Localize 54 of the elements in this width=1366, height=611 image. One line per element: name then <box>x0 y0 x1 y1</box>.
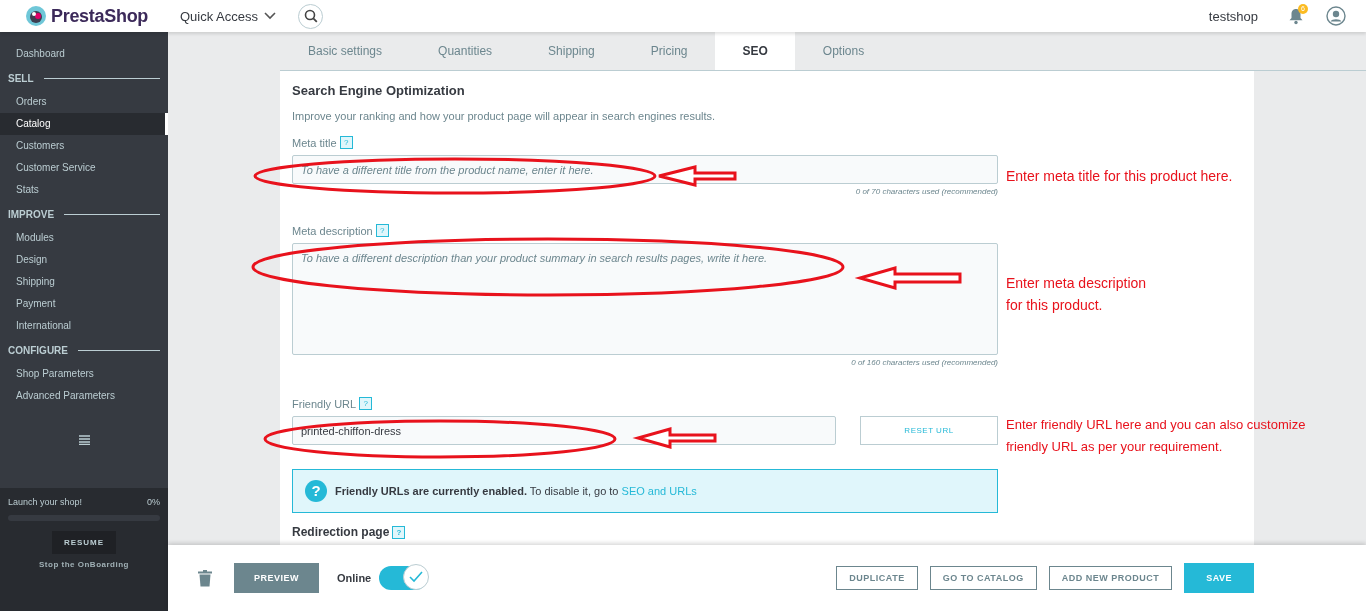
sidebar-item[interactable]: Design <box>0 249 168 271</box>
sidebar-item[interactable]: Customers <box>0 135 168 157</box>
annotation-text: Enter meta description for this product. <box>1006 274 1147 315</box>
sidebar-item[interactable]: Payment <box>0 293 168 315</box>
sidebar-item[interactable]: Shop Parameters <box>0 363 168 385</box>
menu-icon[interactable] <box>78 435 90 445</box>
online-toggle[interactable] <box>379 566 428 590</box>
sidebar-item[interactable]: Advanced Parameters <box>0 385 168 407</box>
section-title: Search Engine Optimization <box>292 83 466 98</box>
preview-button[interactable]: PREVIEW <box>234 563 319 593</box>
onboarding-percent: 0% <box>147 497 160 507</box>
outline-button[interactable]: ADD NEW PRODUCT <box>1048 566 1173 590</box>
user-avatar-icon[interactable] <box>1326 6 1346 26</box>
stop-onboarding-link[interactable]: Stop the OnBoarding <box>8 560 160 569</box>
resume-button[interactable]: RESUME <box>51 531 117 554</box>
sidebar-item[interactable]: Modules <box>0 227 168 249</box>
annotation-text: Enter meta title for this product here. <box>1006 167 1233 186</box>
search-icon <box>303 9 318 23</box>
sidebar-item[interactable]: Orders <box>0 91 168 113</box>
bell-icon[interactable] <box>1288 7 1304 25</box>
sidebar-item[interactable]: Dashboard <box>0 43 168 65</box>
section-description: Improve your ranking and how your product page will appear in search engines results. <box>292 110 717 122</box>
character-counter: 0 of 160 characters used (recommended) <box>851 358 998 367</box>
question-icon: ? <box>305 480 327 502</box>
puffin-logo-icon <box>25 5 47 27</box>
meta-title-field[interactable]: To have a different title from the product name, enter it here. <box>292 155 998 184</box>
onboarding-label: Launch your shop! <box>8 497 83 507</box>
shop-name[interactable]: testshop <box>1208 8 1258 24</box>
field-label: Meta description <box>292 224 373 237</box>
outline-button[interactable]: GO TO CATALOG <box>929 566 1037 590</box>
annotation-text: Enter friendly URL here and you can also customize friendly URL as per your requirement. <box>1006 416 1306 456</box>
outline-button[interactable]: DUPLICATE <box>836 566 918 590</box>
check-icon <box>409 571 424 583</box>
sidebar-section-heading: IMPROVE <box>8 208 55 220</box>
sidebar-item[interactable]: Catalog <box>0 113 168 135</box>
logo-text[interactable]: PrestaShop <box>51 5 149 27</box>
sidebar-item[interactable]: Customer Service <box>0 157 168 179</box>
field-label: Friendly URL <box>292 397 357 410</box>
search-button[interactable] <box>298 3 324 29</box>
chevron-icon <box>264 12 277 20</box>
meta-description-field[interactable]: To have a different description than your product summary in search results pages, write it here. <box>292 243 998 355</box>
sidebar-item[interactable]: Stats <box>0 179 168 201</box>
character-counter: 0 of 70 characters used (recommended) <box>855 187 998 196</box>
tab[interactable]: SEO <box>715 32 795 70</box>
field-label: Meta title <box>292 136 337 149</box>
sidebar-section-heading: SELL <box>8 72 34 84</box>
sidebar-item[interactable]: International <box>0 315 168 337</box>
field-label: Redirection page <box>292 525 390 539</box>
online-label: Online <box>337 572 372 584</box>
quick-access-menu[interactable]: Quick Access <box>180 8 277 24</box>
sidebar-item[interactable]: Shipping <box>0 271 168 293</box>
trash-icon[interactable] <box>198 569 212 587</box>
alert-message: Friendly URLs are currently enabled. To disable it, go to SEO and URLs <box>335 485 697 497</box>
sidebar-section-heading: CONFIGURE <box>8 344 68 356</box>
